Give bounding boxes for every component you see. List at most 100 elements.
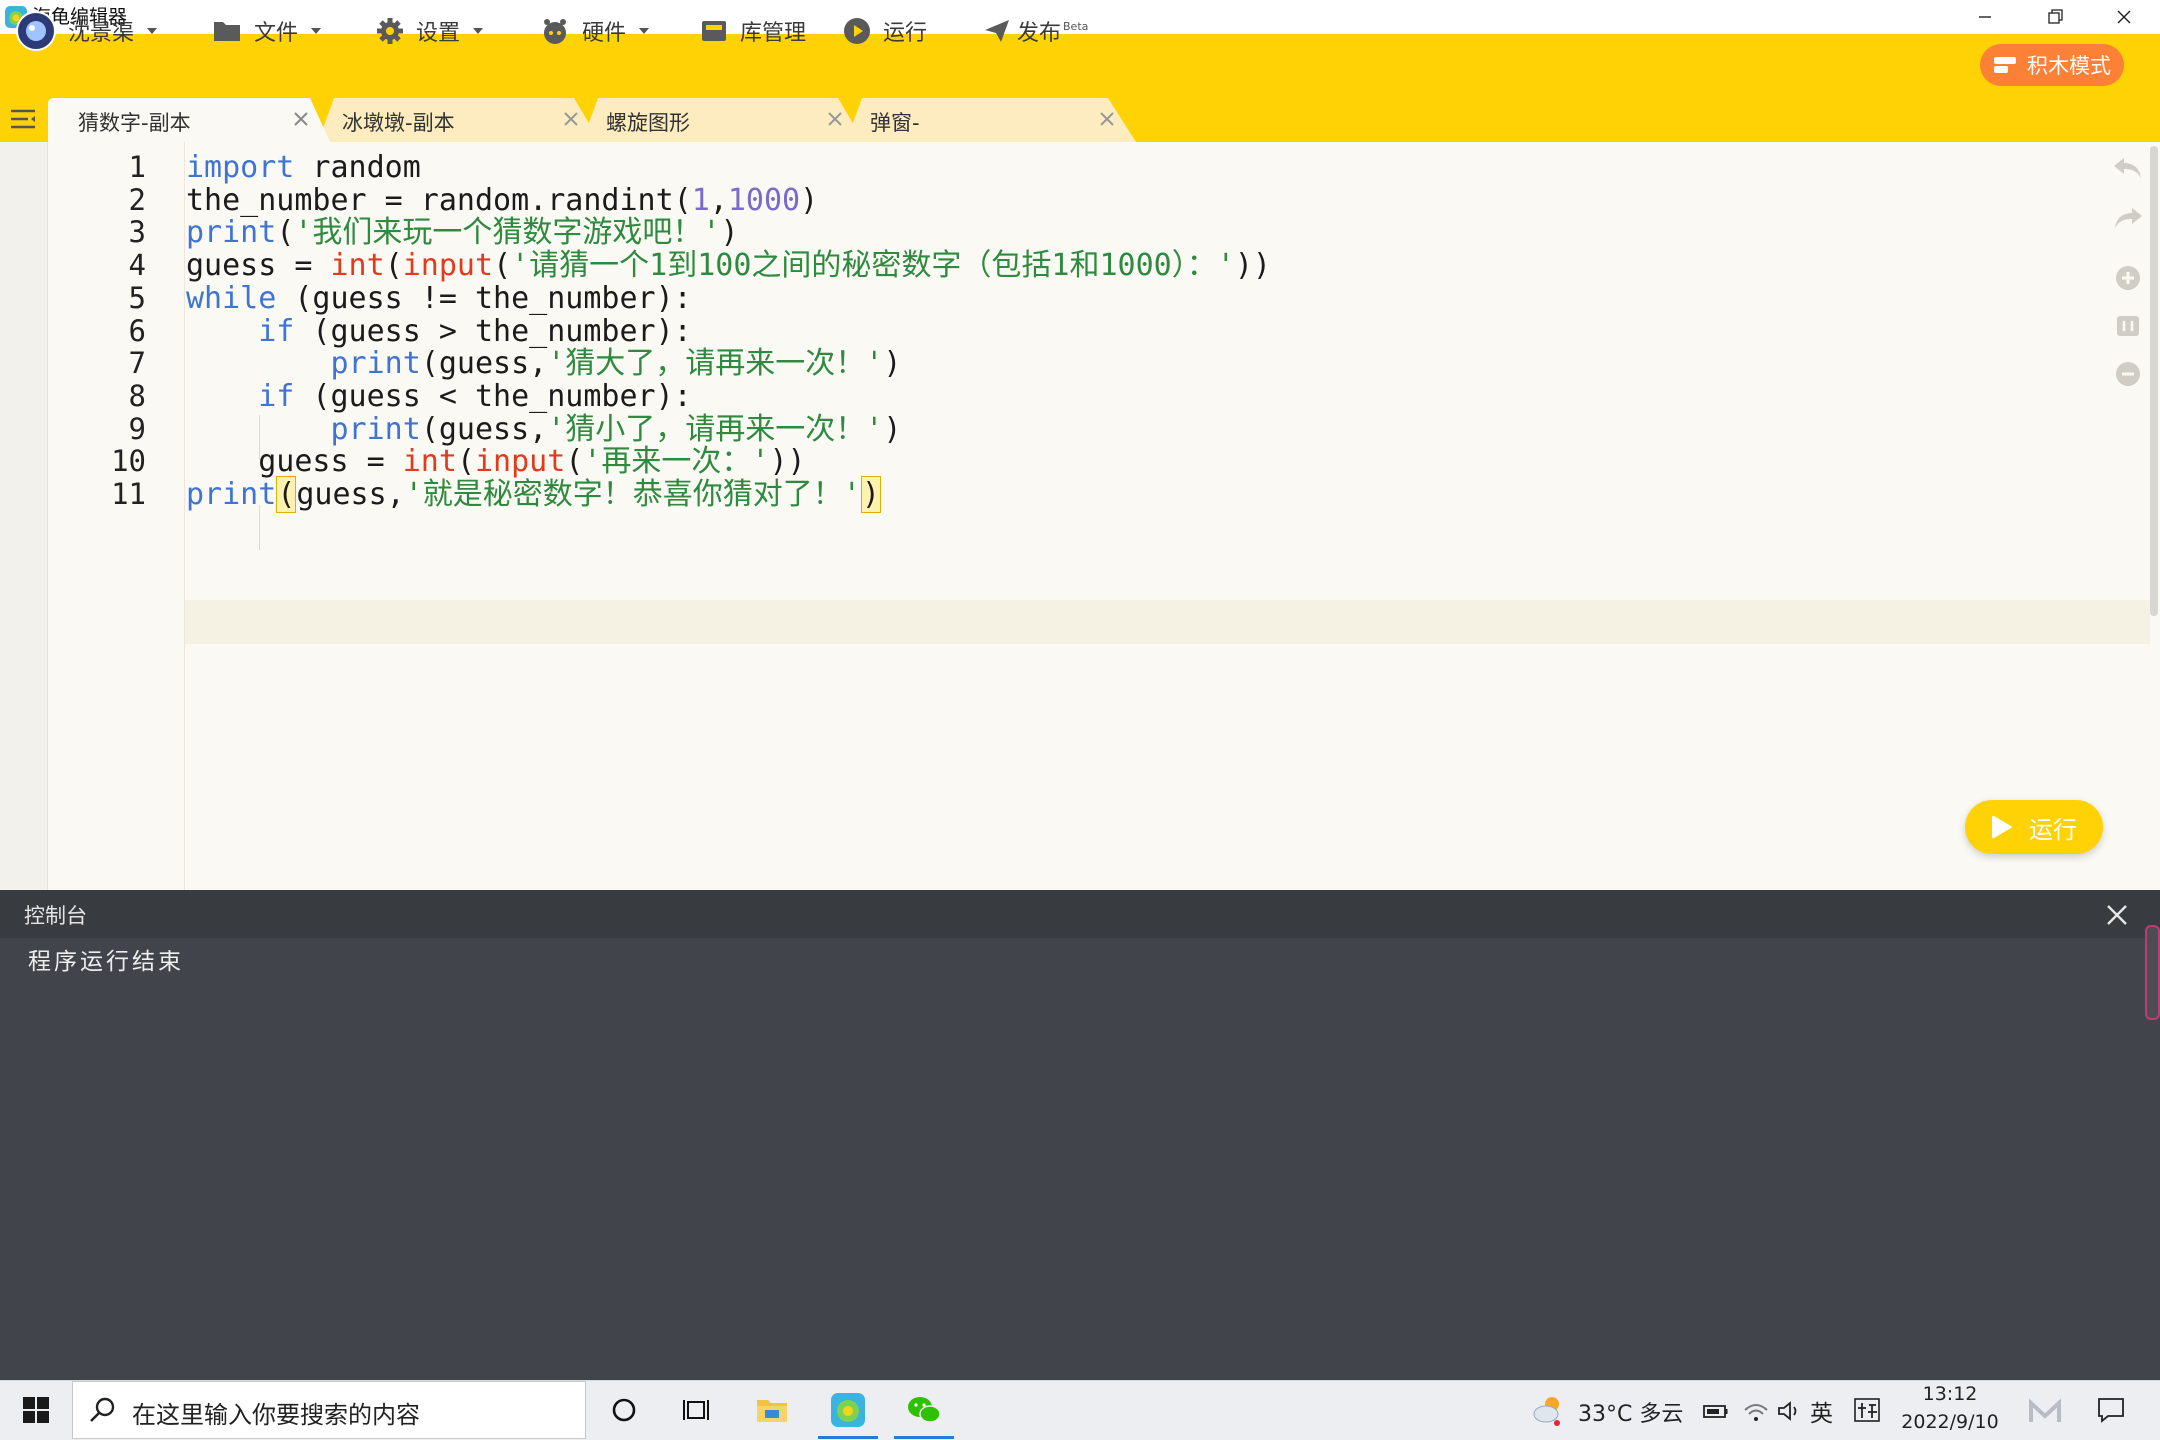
library-icon bbox=[702, 21, 726, 41]
clock-time[interactable]: 13:12 bbox=[1905, 1383, 1995, 1405]
gear-icon bbox=[377, 18, 403, 44]
play-icon bbox=[1992, 815, 2012, 839]
tab-label: 弹窗- bbox=[870, 111, 920, 135]
settings-menu[interactable]: 设置 bbox=[376, 8, 484, 54]
restore-icon[interactable] bbox=[2020, 0, 2090, 34]
code-token: )) bbox=[1234, 248, 1271, 284]
console-output-area[interactable] bbox=[0, 938, 2160, 1380]
input-language-indicator[interactable]: 英 bbox=[1810, 1394, 1833, 1428]
task-view-button[interactable] bbox=[660, 1380, 732, 1440]
volume-icon[interactable] bbox=[1776, 1398, 1804, 1424]
tab-bingdwendwen[interactable]: 冰墩墩-副本 bbox=[318, 98, 600, 142]
zoom-out-icon[interactable] bbox=[2110, 356, 2146, 392]
task-view-icon bbox=[683, 1400, 709, 1420]
run-button[interactable]: 运行 bbox=[843, 8, 927, 54]
robot-icon bbox=[544, 19, 566, 44]
windows-logo-icon bbox=[23, 1397, 49, 1423]
folder-icon bbox=[214, 22, 240, 41]
sidebar-toggle-icon[interactable] bbox=[10, 107, 36, 131]
run-label: 运行 bbox=[2029, 815, 2077, 844]
hardware-menu-label: 硬件 bbox=[582, 21, 627, 46]
close-icon[interactable] bbox=[560, 108, 582, 130]
code-token: ( bbox=[276, 476, 297, 513]
weather-text[interactable]: 33°C 多云 bbox=[1578, 1396, 1683, 1428]
sea-turtle-editor-taskbar-button[interactable] bbox=[812, 1380, 884, 1440]
avatar bbox=[16, 11, 56, 51]
search-icon bbox=[90, 1397, 115, 1422]
file-menu[interactable]: 文件 bbox=[212, 8, 322, 54]
blocks-icon bbox=[1994, 57, 2016, 73]
indent-guide bbox=[259, 505, 260, 550]
code-token: ) bbox=[883, 346, 902, 382]
run-label: 运行 bbox=[883, 21, 928, 46]
hardware-menu[interactable]: 硬件 bbox=[540, 8, 650, 54]
play-circle-icon bbox=[844, 18, 870, 44]
weather-cloudy-icon[interactable] bbox=[1530, 1392, 1566, 1428]
editor-scrollbar[interactable] bbox=[2150, 146, 2158, 616]
folder-icon bbox=[757, 1400, 787, 1422]
close-icon[interactable] bbox=[2090, 0, 2160, 34]
wifi-icon[interactable] bbox=[1742, 1398, 1770, 1424]
user-name: 沈景渠 bbox=[68, 21, 135, 46]
close-icon[interactable] bbox=[824, 108, 846, 130]
indent-guide bbox=[259, 415, 260, 460]
zoom-in-icon[interactable] bbox=[2110, 260, 2146, 296]
clock-date[interactable]: 2022/9/10 bbox=[1895, 1411, 2005, 1433]
minimize-icon[interactable] bbox=[1950, 0, 2020, 34]
block-mode-label: 积木模式 bbox=[2027, 54, 2111, 78]
code-token: guess, bbox=[296, 477, 405, 512]
code-token: ) bbox=[800, 182, 819, 218]
tab-guess-number[interactable]: 猜数字-副本 bbox=[48, 98, 330, 142]
active-indicator bbox=[894, 1436, 954, 1439]
chevron-down-icon bbox=[147, 28, 158, 34]
paper-plane-icon bbox=[985, 20, 1009, 42]
publish-label: 发布 bbox=[1017, 21, 1062, 46]
undo-icon[interactable] bbox=[2110, 150, 2146, 186]
start-button[interactable] bbox=[0, 1380, 72, 1440]
reset-zoom-icon[interactable] bbox=[2110, 308, 2146, 344]
wechat-taskbar-button[interactable] bbox=[888, 1380, 960, 1440]
floating-run-button[interactable]: 运行 bbox=[1965, 800, 2103, 854]
code-token: print bbox=[186, 477, 277, 512]
library-manager-label: 库管理 bbox=[740, 21, 807, 46]
console-scrollbar[interactable] bbox=[2145, 925, 2160, 1020]
console-title: 控制台 bbox=[24, 904, 87, 928]
line-number: 11 bbox=[111, 477, 146, 511]
app-tray-icon[interactable] bbox=[2028, 1398, 2062, 1426]
settings-menu-label: 设置 bbox=[416, 21, 461, 46]
code-token: '就是秘密数字！恭喜你猜对了！' bbox=[404, 477, 861, 512]
file-explorer-button[interactable] bbox=[736, 1380, 808, 1440]
notification-center-icon[interactable] bbox=[2096, 1396, 2126, 1424]
gutter-separator bbox=[184, 142, 185, 890]
tab-spiral[interactable]: 螺旋图形 bbox=[582, 98, 864, 142]
code-line[interactable]: print(guess,'就是秘密数字！恭喜你猜对了！') bbox=[186, 472, 881, 517]
ime-pinyin-icon[interactable] bbox=[1852, 1396, 1882, 1424]
block-mode-button[interactable]: 积木模式 bbox=[1980, 44, 2124, 86]
cortana-circle-icon bbox=[612, 1398, 636, 1422]
tab-popup[interactable]: 弹窗- bbox=[846, 98, 1136, 142]
wechat-icon bbox=[908, 1397, 941, 1423]
active-indicator bbox=[818, 1436, 878, 1439]
tab-label: 猜数字-副本 bbox=[78, 111, 191, 135]
publish-button[interactable]: 发布 Beta bbox=[983, 8, 1088, 54]
code-token: ) bbox=[883, 411, 902, 447]
battery-icon[interactable] bbox=[1702, 1400, 1730, 1422]
close-icon[interactable] bbox=[2104, 902, 2130, 928]
sea-turtle-logo-icon bbox=[831, 1393, 865, 1427]
redo-icon[interactable] bbox=[2110, 200, 2146, 236]
file-menu-label: 文件 bbox=[254, 21, 299, 46]
tab-label: 螺旋图形 bbox=[606, 111, 690, 135]
close-icon[interactable] bbox=[290, 108, 312, 130]
beta-badge: Beta bbox=[1063, 19, 1089, 33]
library-manager-button[interactable]: 库管理 bbox=[700, 8, 806, 54]
console-header: 控制台 bbox=[0, 890, 2160, 938]
chevron-down-icon bbox=[311, 28, 322, 34]
chevron-down-icon bbox=[473, 28, 484, 34]
code-token: ) bbox=[860, 476, 881, 513]
tab-label: 冰墩墩-副本 bbox=[342, 111, 455, 135]
cortana-button[interactable] bbox=[588, 1380, 660, 1440]
close-icon[interactable] bbox=[1096, 108, 1118, 130]
code-token: 1000 bbox=[727, 182, 801, 218]
search-placeholder: 在这里输入你要搜索的内容 bbox=[132, 1401, 420, 1429]
user-menu[interactable]: 沈景渠 bbox=[16, 8, 158, 54]
